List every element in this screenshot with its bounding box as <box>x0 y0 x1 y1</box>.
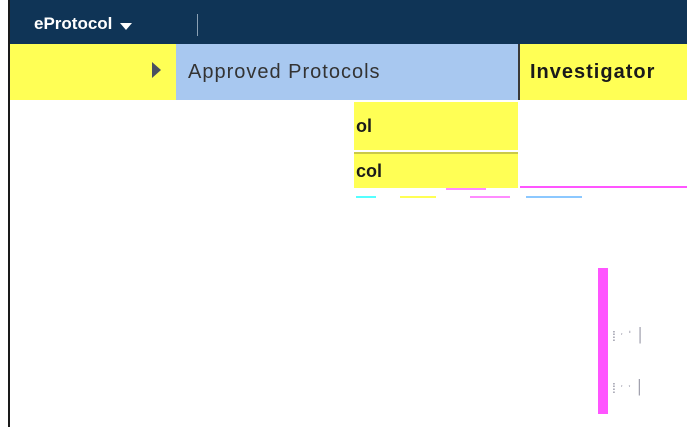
submenu-item-label: ol <box>356 115 372 136</box>
app-menu-button[interactable]: eProtocol <box>34 14 133 34</box>
render-artifact <box>526 196 582 198</box>
pink-vertical-bar <box>598 268 608 414</box>
app-menu-label: eProtocol <box>34 14 113 33</box>
faint-text-fragment: ⁞ ˑ ˈ ׀ <box>612 328 645 344</box>
nav-divider <box>197 14 198 36</box>
submenu-item-1[interactable]: ol <box>354 102 518 150</box>
menu-item-label: Investigator <box>530 60 656 83</box>
pink-divider <box>520 186 687 188</box>
render-artifact <box>470 196 510 198</box>
submenu-item-label: col <box>356 160 383 181</box>
submenu-arrow-icon <box>152 62 161 78</box>
menu-item-investigator[interactable]: Investigator <box>518 44 687 100</box>
faint-text-fragment: ⁞ ˑ ˑ ׀ <box>612 380 644 396</box>
top-nav-bar: eProtocol <box>10 0 687 44</box>
render-artifact <box>400 196 436 198</box>
render-artifact <box>446 188 486 190</box>
render-artifact <box>356 196 376 198</box>
menu-item-approved-protocols[interactable]: Approved Protocols <box>176 44 518 100</box>
chevron-down-icon <box>120 22 133 30</box>
menu-item-label: Approved Protocols <box>188 60 381 83</box>
submenu-item-2[interactable]: col <box>354 152 518 188</box>
